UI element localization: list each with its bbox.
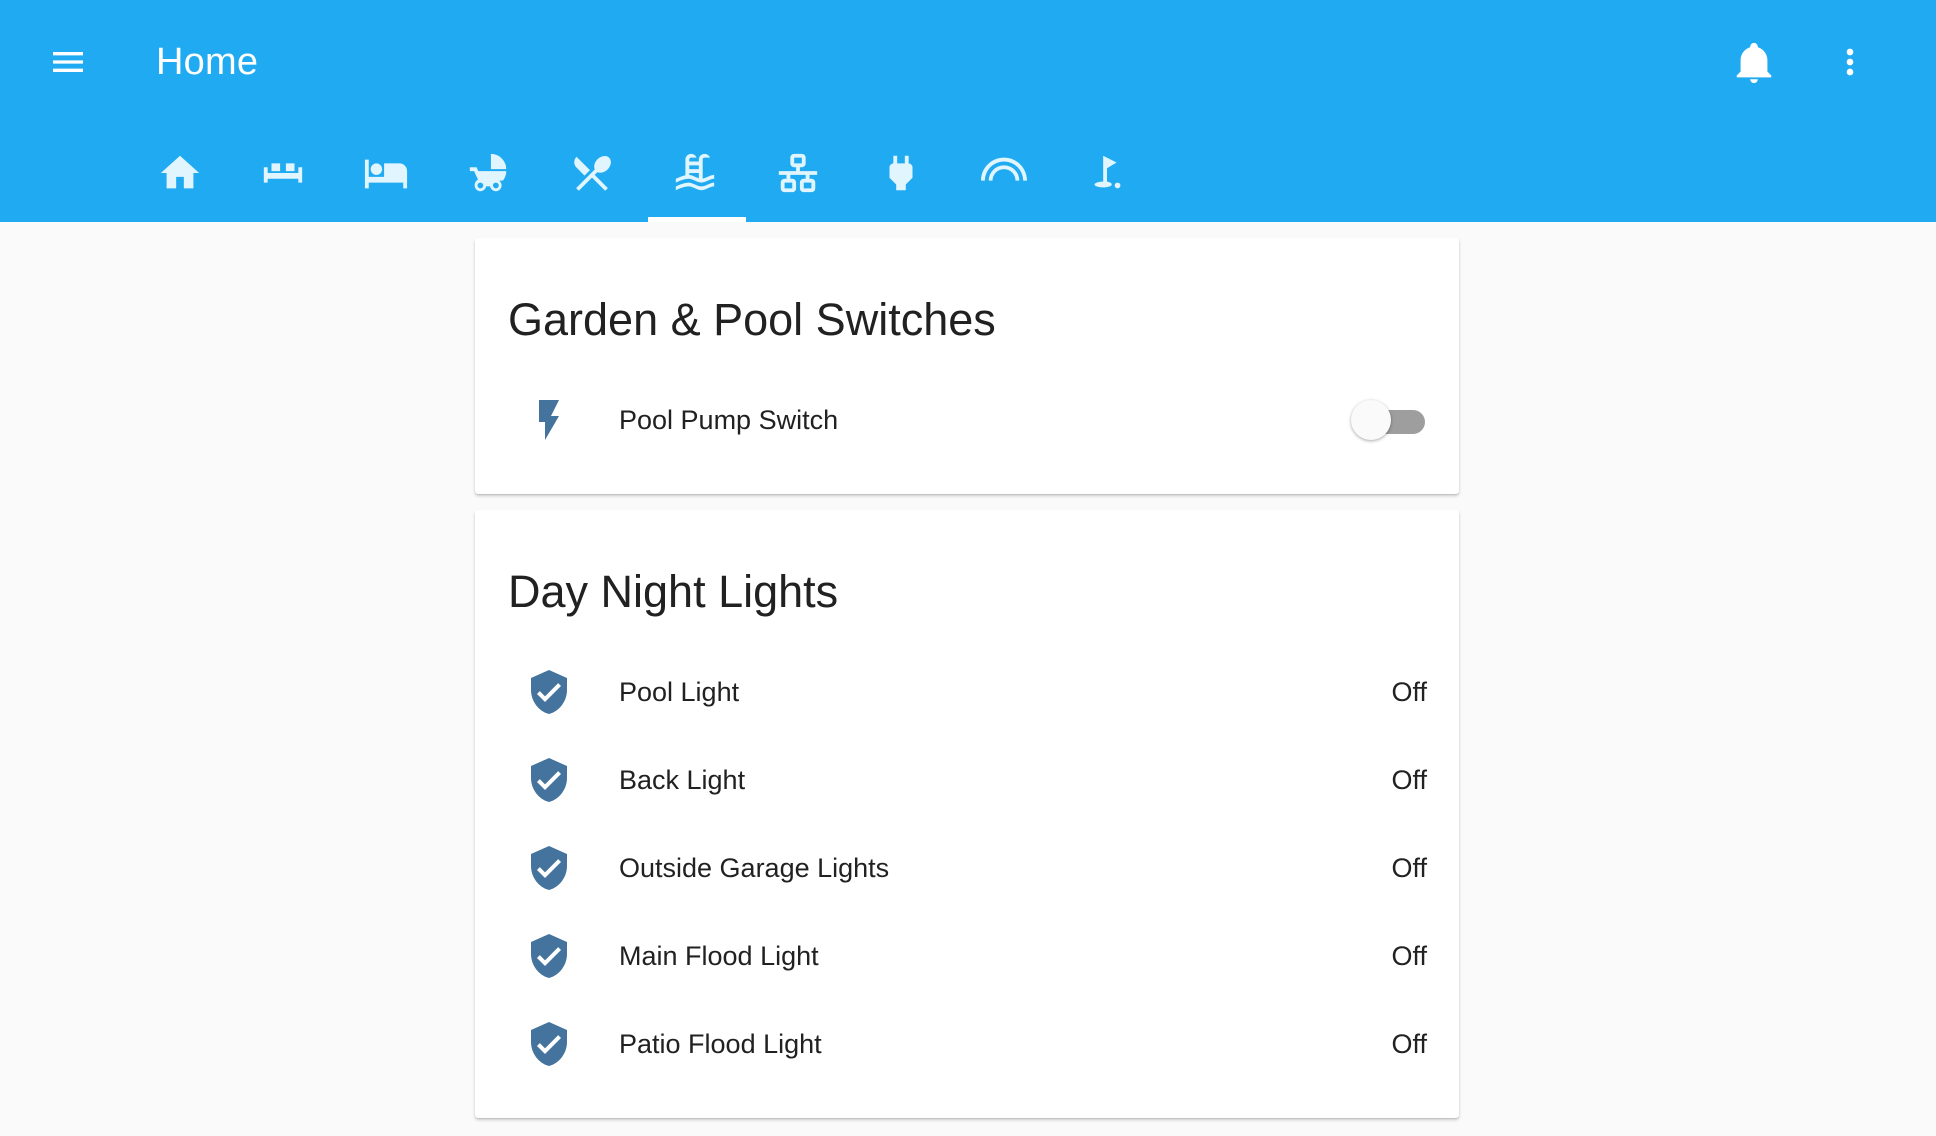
baby-carriage-icon: [469, 153, 506, 192]
shield-check-icon: [531, 934, 567, 978]
tab-weather[interactable]: [952, 124, 1055, 222]
entity-row-pool-pump-switch: Pool Pump Switch: [475, 376, 1459, 464]
bed-icon: [364, 159, 407, 189]
entity-row-pool-light[interactable]: Pool Light Off: [475, 648, 1459, 736]
lan-icon: [778, 153, 817, 193]
entity-row-main-flood-light[interactable]: Main Flood Light Off: [475, 912, 1459, 1000]
tab-home[interactable]: [128, 124, 231, 222]
entity-name[interactable]: Pool Pump Switch: [619, 402, 838, 438]
pool-pump-toggle[interactable]: [1351, 399, 1431, 441]
shield-check-icon: [531, 1022, 567, 1066]
silverware-icon: [573, 156, 611, 191]
card-title: Day Night Lights: [508, 566, 839, 617]
tab-kitchen[interactable]: [540, 124, 643, 222]
entity-row-outside-garage-lights[interactable]: Outside Garage Lights Off: [475, 824, 1459, 912]
shield-check-icon: [531, 846, 567, 890]
view-tabs: [128, 124, 1158, 222]
entity-row-patio-flood-light[interactable]: Patio Flood Light Off: [475, 1000, 1459, 1088]
entity-state: Off: [1391, 765, 1427, 795]
entity-state: Off: [1391, 853, 1427, 883]
flash-icon: [539, 400, 559, 440]
bell-icon: [1736, 42, 1772, 84]
sofa-icon: [263, 163, 302, 183]
entity-name: Patio Flood Light: [619, 1029, 822, 1059]
tab-living-room[interactable]: [231, 124, 334, 222]
toggle-knob: [1351, 400, 1391, 440]
entity-name: Outside Garage Lights: [619, 853, 890, 883]
tab-garden[interactable]: [1055, 124, 1158, 222]
entity-state: Off: [1391, 941, 1427, 971]
menu-button[interactable]: [38, 32, 98, 92]
app-header: Home: [0, 0, 1936, 222]
more-vert-icon: [1846, 48, 1854, 76]
card-title: Garden & Pool Switches: [508, 294, 996, 345]
more-options-button[interactable]: [1820, 32, 1880, 92]
menu-icon: [53, 52, 83, 72]
shield-check-icon: [531, 670, 567, 714]
notifications-button[interactable]: [1724, 32, 1784, 92]
entity-row-back-light[interactable]: Back Light Off: [475, 736, 1459, 824]
tab-power[interactable]: [849, 124, 952, 222]
pool-icon: [675, 153, 714, 191]
entity-state: Off: [1391, 1029, 1427, 1059]
entity-state: Off: [1391, 677, 1427, 707]
entity-name: Back Light: [619, 765, 746, 795]
entity-name: Pool Light: [619, 677, 740, 707]
toolbar: Home: [0, 0, 1936, 124]
page-title: Home: [156, 41, 259, 83]
tab-nursery[interactable]: [437, 124, 540, 222]
shield-check-icon: [531, 758, 567, 802]
power-plug-icon: [889, 155, 912, 191]
tab-network[interactable]: [746, 124, 849, 222]
home-icon: [160, 155, 199, 189]
day-night-lights-card: Day Night Lights Pool Light Off Back Lig…: [475, 510, 1459, 1118]
tab-bedroom[interactable]: [334, 124, 437, 222]
rainbow-icon: [980, 157, 1027, 181]
tab-pool[interactable]: [643, 124, 746, 222]
entity-name: Main Flood Light: [619, 941, 819, 971]
golf-icon: [1094, 155, 1120, 189]
garden-pool-switches-card: Garden & Pool Switches Pool Pump Switch: [475, 238, 1459, 494]
